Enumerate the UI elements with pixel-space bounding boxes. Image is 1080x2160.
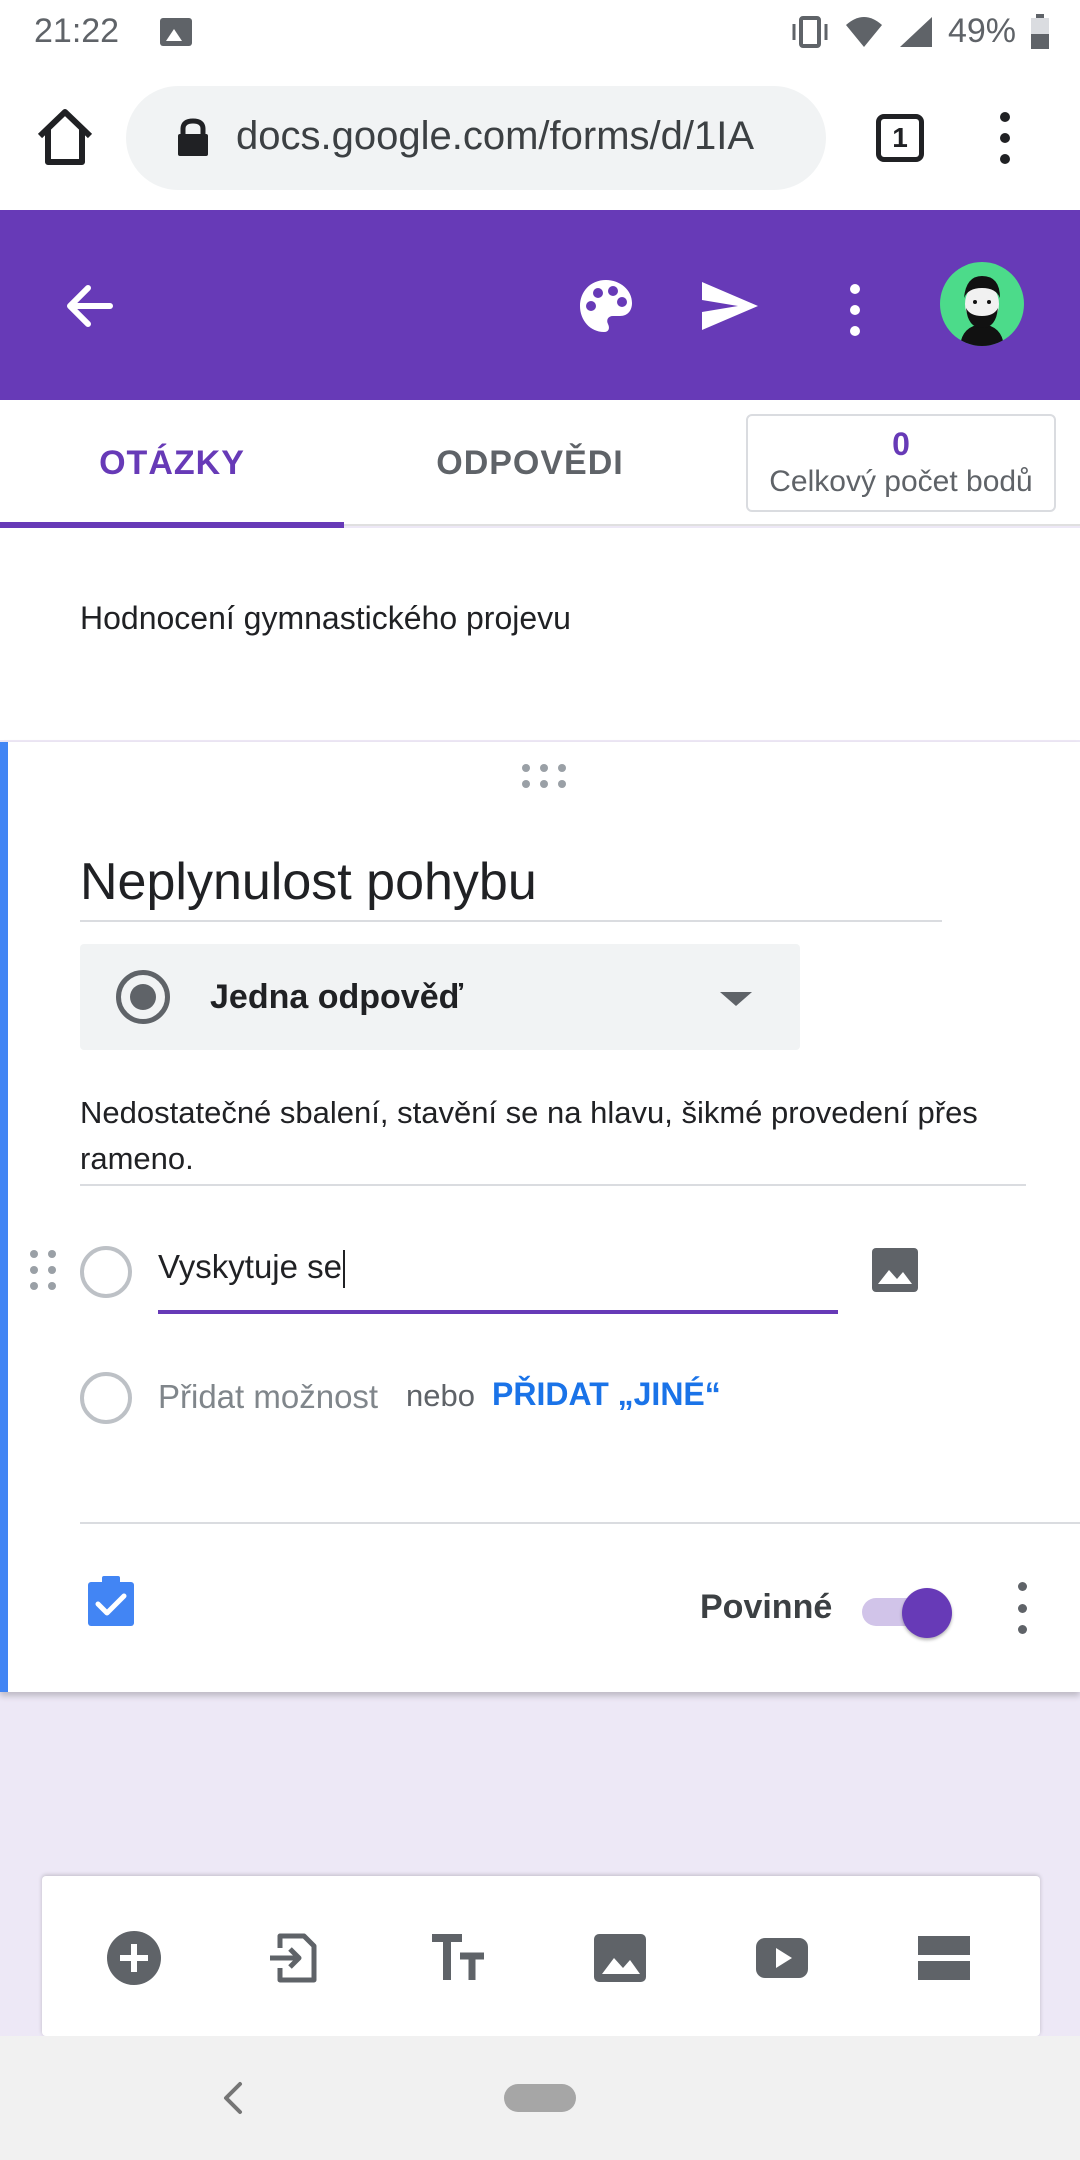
option-drag-handle-icon[interactable] — [30, 1250, 58, 1294]
question-description[interactable]: Nedostatečné sbalení, stavění se na hlav… — [80, 1090, 1020, 1182]
question-type-dropdown[interactable]: Jedna odpověď — [80, 944, 800, 1050]
import-questions-icon[interactable] — [266, 1928, 326, 1988]
palette-icon[interactable] — [576, 276, 636, 336]
add-option-radio-icon — [80, 1372, 132, 1424]
back-arrow-icon[interactable] — [60, 276, 120, 336]
signal-icon — [899, 16, 932, 47]
add-other-button[interactable]: PŘIDAT „JINÉ“ — [492, 1376, 721, 1413]
question-card[interactable]: Neplynulost pohybu Jedna odpověď Nedosta… — [0, 742, 1080, 1692]
add-image-icon[interactable] — [870, 1246, 920, 1294]
avatar-illustration — [960, 276, 1004, 346]
radio-button-icon — [116, 970, 170, 1024]
total-points-box: 0 Celkový počet bodů — [746, 414, 1056, 512]
status-icons: 49% — [790, 12, 1050, 51]
send-icon[interactable] — [698, 274, 762, 338]
tab-questions-label: OTÁZKY — [99, 443, 245, 482]
drag-handle-icon[interactable] — [522, 764, 566, 788]
question-title-underline — [80, 920, 942, 922]
status-bar: 21:22 49% — [0, 0, 1080, 66]
form-tabs: OTÁZKY ODPOVĚDI 0 Celkový počet bodů — [0, 400, 1080, 528]
form-toolbar — [42, 1876, 1040, 2036]
description-underline — [80, 1184, 1026, 1186]
tab-switcher-button[interactable]: 1 — [876, 114, 924, 162]
battery-icon — [1031, 13, 1049, 49]
image-notification-icon — [160, 18, 192, 46]
browser-menu-icon[interactable] — [990, 106, 1020, 170]
tab-questions[interactable]: OTÁZKY — [0, 400, 344, 528]
total-points-value: 0 — [892, 426, 910, 462]
browser-toolbar: docs.google.com/forms/d/1IA 1 — [0, 66, 1080, 210]
add-section-icon[interactable] — [914, 1928, 974, 1988]
add-option-input[interactable]: Přidat možnost — [158, 1378, 378, 1416]
required-label: Povinné — [700, 1588, 833, 1626]
section-title: Hodnocení gymnastického projevu — [80, 600, 571, 636]
toggle-thumb — [902, 1588, 952, 1638]
question-title[interactable]: Neplynulost pohybu — [80, 852, 537, 912]
system-nav-bar — [0, 2036, 1080, 2160]
wifi-icon — [845, 16, 882, 47]
nav-back-icon[interactable] — [218, 2078, 248, 2118]
answer-key-icon[interactable] — [86, 1574, 136, 1628]
card-footer-divider — [80, 1522, 1080, 1524]
battery-percent: 49% — [947, 12, 1016, 50]
add-image-icon[interactable] — [590, 1928, 650, 1988]
required-toggle[interactable] — [854, 1582, 954, 1638]
question-more-icon[interactable] — [1014, 1582, 1030, 1634]
option-input[interactable]: Vyskytuje se — [158, 1248, 838, 1296]
add-title-icon[interactable] — [428, 1928, 488, 1988]
option-input-focus-line — [158, 1310, 838, 1314]
avatar[interactable] — [940, 262, 1024, 346]
lock-icon — [178, 118, 208, 156]
form-header — [0, 210, 1080, 400]
tab-responses[interactable]: ODPOVĚDI — [360, 400, 700, 526]
nav-home-pill[interactable] — [504, 2084, 576, 2112]
vibrate-icon — [792, 15, 828, 48]
url-text: docs.google.com/forms/d/1IA — [236, 114, 755, 158]
total-points-label: Celkový počet bodů — [769, 465, 1033, 498]
question-type-label: Jedna odpověď — [210, 978, 464, 1016]
text-cursor — [343, 1250, 346, 1289]
add-question-icon[interactable] — [104, 1928, 164, 1988]
add-video-icon[interactable] — [752, 1928, 812, 1988]
home-icon[interactable] — [30, 102, 100, 172]
option-radio-icon — [80, 1246, 132, 1298]
section-title-card[interactable]: Hodnocení gymnastického projevu — [0, 528, 1080, 740]
address-bar[interactable]: docs.google.com/forms/d/1IA — [126, 86, 826, 190]
status-time: 21:22 — [34, 12, 120, 50]
option-value: Vyskytuje se — [158, 1248, 343, 1285]
or-text: nebo — [406, 1378, 475, 1413]
chevron-down-icon — [720, 992, 752, 1006]
more-vert-icon[interactable] — [840, 280, 870, 340]
tab-responses-label: ODPOVĚDI — [436, 443, 624, 482]
